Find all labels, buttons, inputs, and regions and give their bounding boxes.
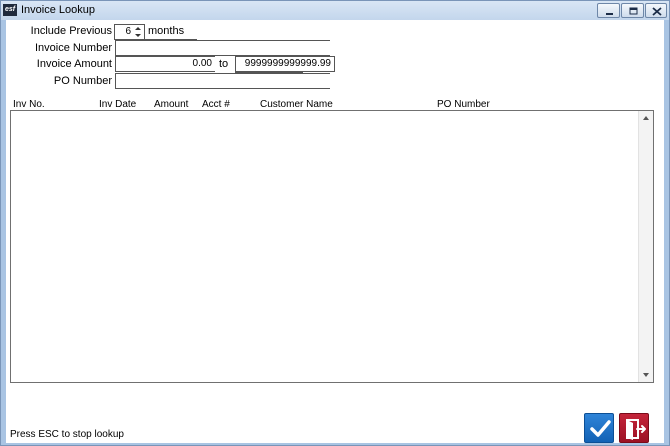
exit-door-icon xyxy=(626,419,646,440)
invoice-amount-label: Invoice Amount xyxy=(36,58,112,70)
minimize-button[interactable] xyxy=(597,3,620,18)
invoice-lookup-window: esf Invoice Lookup Include Previous 6 mo… xyxy=(0,0,670,446)
spin-down-icon[interactable] xyxy=(132,32,144,39)
exit-button[interactable] xyxy=(619,413,649,443)
po-number-field[interactable] xyxy=(115,73,330,89)
window-title: Invoice Lookup xyxy=(21,4,95,16)
col-header-acct[interactable]: Acct # xyxy=(202,99,230,110)
months-spinner[interactable]: 6 xyxy=(114,24,145,40)
restore-button[interactable] xyxy=(621,3,644,18)
include-previous-label: Include Previous xyxy=(30,25,112,37)
col-header-inv-no[interactable]: Inv No. xyxy=(13,99,45,110)
to-label: to xyxy=(219,58,229,70)
col-header-po-number[interactable]: PO Number xyxy=(437,99,490,110)
close-button[interactable] xyxy=(645,3,667,18)
status-text: Press ESC to stop lookup xyxy=(10,429,124,440)
restore-icon xyxy=(629,7,638,15)
scroll-up-icon[interactable] xyxy=(641,113,651,123)
checkmark-icon xyxy=(590,420,611,437)
invoice-number-field[interactable] xyxy=(115,40,330,56)
months-label: months xyxy=(148,25,185,37)
amount-to-field[interactable]: 9999999999999.99 xyxy=(235,56,335,72)
scroll-down-icon[interactable] xyxy=(641,370,651,380)
col-header-customer-name[interactable]: Customer Name xyxy=(260,99,333,110)
title-bar[interactable]: esf Invoice Lookup xyxy=(1,1,669,20)
app-icon: esf xyxy=(3,4,17,16)
col-header-amount[interactable]: Amount xyxy=(154,99,188,110)
client-area: Include Previous 6 months Invoice Number… xyxy=(6,20,664,443)
invoice-number-label: Invoice Number xyxy=(34,42,112,54)
amount-from-value: 0.00 xyxy=(192,58,212,69)
months-spinner-value: 6 xyxy=(125,26,131,37)
amount-to-value: 9999999999999.99 xyxy=(244,58,331,69)
col-header-inv-date[interactable]: Inv Date xyxy=(99,99,136,110)
minimize-icon xyxy=(606,13,613,15)
spin-up-icon[interactable] xyxy=(132,25,144,32)
amount-from-field[interactable]: 0.00 xyxy=(115,56,215,72)
po-number-label: PO Number xyxy=(53,75,112,87)
close-icon xyxy=(652,7,662,16)
vertical-scrollbar[interactable] xyxy=(638,111,653,382)
ok-button[interactable] xyxy=(584,413,614,443)
results-grid[interactable] xyxy=(10,110,654,383)
